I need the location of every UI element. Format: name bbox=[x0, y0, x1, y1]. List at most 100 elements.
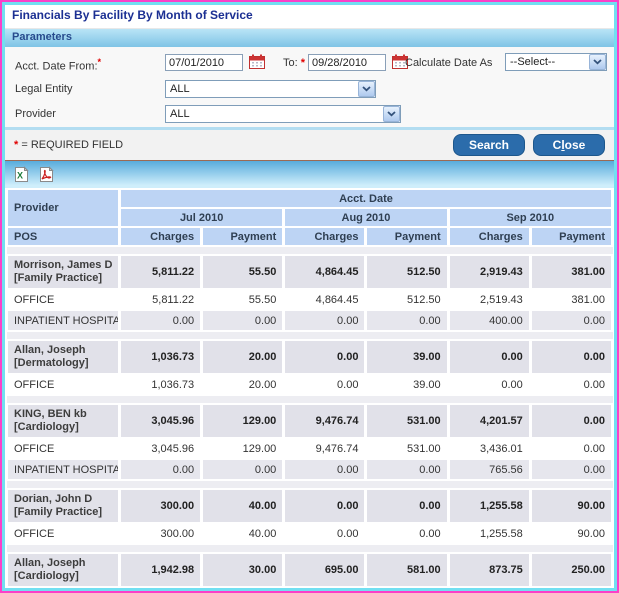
amount-cell: 300.00 bbox=[120, 489, 202, 523]
provider-specialty: [Dermatology] bbox=[14, 357, 112, 370]
amount-cell: 0.00 bbox=[530, 340, 612, 374]
page-title: Financials By Facility By Month of Servi… bbox=[12, 8, 253, 22]
title-bar: Financials By Facility By Month of Servi… bbox=[5, 5, 614, 28]
amount-cell: 0.00 bbox=[530, 438, 612, 459]
provider-specialty: [Cardiology] bbox=[14, 421, 112, 434]
amount-cell: 39.00 bbox=[366, 374, 448, 395]
amount-cell: 0.00 bbox=[284, 489, 366, 523]
provider-name: KING, BEN kb bbox=[14, 408, 112, 421]
pos-row: OFFICE300.0040.000.000.001,255.5890.00 bbox=[7, 523, 613, 544]
amount-cell: 3,436.01 bbox=[448, 438, 530, 459]
provider-total-row: Allan, Joseph[Dermatology]1,036.7320.000… bbox=[7, 340, 613, 374]
spacer-cell bbox=[7, 331, 613, 340]
amount-cell: 531.00 bbox=[366, 438, 448, 459]
amount-cell: 0.00 bbox=[284, 523, 366, 544]
amount-cell: 1,942.98 bbox=[120, 553, 202, 587]
select-value: --Select-- bbox=[506, 56, 555, 68]
search-button[interactable]: Search bbox=[453, 134, 525, 156]
spacer-row bbox=[7, 544, 613, 553]
pdf-icon-glyph bbox=[38, 166, 55, 183]
pos-row: OFFICE3,045.96129.009,476.74531.003,436.… bbox=[7, 438, 613, 459]
payment-column-header: Payment bbox=[530, 227, 612, 246]
provider-total-row: KING, BEN kb[Cardiology]3,045.96129.009,… bbox=[7, 404, 613, 438]
export-pdf-icon[interactable] bbox=[37, 166, 55, 184]
amount-cell: 1,255.58 bbox=[448, 523, 530, 544]
svg-text:X: X bbox=[17, 171, 23, 181]
amount-cell: 0.00 bbox=[284, 340, 366, 374]
charges-column-header: Charges bbox=[120, 227, 202, 246]
amount-cell: 129.00 bbox=[202, 438, 284, 459]
export-toolbar: X bbox=[5, 160, 614, 188]
pos-row: OFFICE1,036.7320.000.0039.000.000.00 bbox=[7, 374, 613, 395]
amount-cell: 1,942.98 bbox=[120, 587, 202, 591]
amount-cell: 4,201.57 bbox=[448, 404, 530, 438]
amount-cell: 3,045.96 bbox=[120, 404, 202, 438]
app-window: Financials By Facility By Month of Servi… bbox=[0, 0, 619, 593]
pos-label-cell: OFFICE bbox=[7, 289, 120, 310]
pos-label-cell: INPATIENT HOSPITAL bbox=[7, 459, 120, 480]
provider-specialty: [Family Practice] bbox=[14, 506, 112, 519]
amount-cell: 129.00 bbox=[202, 404, 284, 438]
provider-total-row: Dorian, John D[Family Practice]300.0040.… bbox=[7, 489, 613, 523]
amount-cell: 2,519.43 bbox=[448, 289, 530, 310]
chevron-down-icon bbox=[589, 54, 606, 70]
amount-cell: 55.50 bbox=[202, 255, 284, 289]
actions-bar: * = REQUIRED FIELD Search Close bbox=[5, 127, 614, 160]
provider-name: Dorian, John D bbox=[14, 493, 112, 506]
acct-date-from-input[interactable] bbox=[165, 54, 243, 71]
amount-cell: 40.00 bbox=[202, 523, 284, 544]
amount-cell: 90.00 bbox=[530, 523, 612, 544]
spacer-cell bbox=[7, 246, 613, 255]
amount-cell: 0.00 bbox=[366, 459, 448, 480]
payment-column-header: Payment bbox=[366, 227, 448, 246]
amount-cell: 695.00 bbox=[284, 587, 366, 591]
amount-cell: 250.00 bbox=[530, 587, 612, 591]
amount-cell: 2,919.43 bbox=[448, 255, 530, 289]
provider-label: Provider bbox=[15, 108, 56, 120]
month-header: Sep 2010 bbox=[448, 208, 612, 227]
export-excel-icon[interactable]: X bbox=[12, 166, 30, 184]
calendar-icon[interactable] bbox=[248, 54, 265, 70]
provider-column-header: Provider bbox=[7, 189, 120, 227]
spacer-row bbox=[7, 331, 613, 340]
pos-row: OFFICE5,811.2255.504,864.45512.502,519.4… bbox=[7, 289, 613, 310]
chevron-down-icon bbox=[383, 106, 400, 122]
spacer-cell bbox=[7, 544, 613, 553]
amount-cell: 9,476.74 bbox=[284, 404, 366, 438]
spacer-row bbox=[7, 480, 613, 489]
amount-cell: 0.00 bbox=[448, 340, 530, 374]
calculate-date-as-select[interactable]: --Select-- bbox=[505, 53, 607, 71]
amount-cell: 381.00 bbox=[530, 255, 612, 289]
amount-cell: 531.00 bbox=[366, 404, 448, 438]
provider-name: Allan, Joseph bbox=[14, 344, 112, 357]
amount-cell: 39.00 bbox=[366, 340, 448, 374]
select-value: ALL bbox=[166, 108, 190, 120]
parameters-title: Parameters bbox=[12, 31, 72, 43]
provider-select[interactable]: ALL bbox=[165, 105, 401, 123]
acct-date-to-input[interactable] bbox=[308, 54, 386, 71]
table-body: Morrison, James D[Family Practice]5,811.… bbox=[7, 246, 613, 591]
amount-cell: 0.00 bbox=[284, 459, 366, 480]
amount-cell: 0.00 bbox=[202, 459, 284, 480]
amount-cell: 765.56 bbox=[448, 459, 530, 480]
provider-name-cell: KING, BEN kb[Cardiology] bbox=[7, 404, 120, 438]
provider-total-row: Allan, Joseph[Cardiology]1,942.9830.0069… bbox=[7, 553, 613, 587]
acct-date-from-label: Acct. Date From:* bbox=[15, 57, 101, 73]
amount-cell: 20.00 bbox=[202, 374, 284, 395]
pos-row: INPATIENT HOSPITAL0.000.000.000.00765.56… bbox=[7, 459, 613, 480]
legal-entity-select[interactable]: ALL bbox=[165, 80, 376, 98]
financials-table: Provider Acct. Date Jul 2010 Aug 2010 Se… bbox=[5, 188, 614, 591]
amount-cell: 695.00 bbox=[284, 553, 366, 587]
amount-cell: 0.00 bbox=[530, 404, 612, 438]
amount-cell: 0.00 bbox=[120, 459, 202, 480]
calendar-icon-glyph bbox=[249, 54, 265, 69]
amount-cell: 1,255.58 bbox=[448, 489, 530, 523]
excel-icon-glyph: X bbox=[13, 166, 30, 183]
charges-column-header: Charges bbox=[448, 227, 530, 246]
amount-cell: 400.00 bbox=[448, 310, 530, 331]
amount-cell: 0.00 bbox=[366, 310, 448, 331]
close-button[interactable]: Close bbox=[533, 134, 605, 156]
select-value: ALL bbox=[166, 83, 190, 95]
amount-cell: 873.75 bbox=[448, 587, 530, 591]
chevron-down-icon bbox=[358, 81, 375, 97]
